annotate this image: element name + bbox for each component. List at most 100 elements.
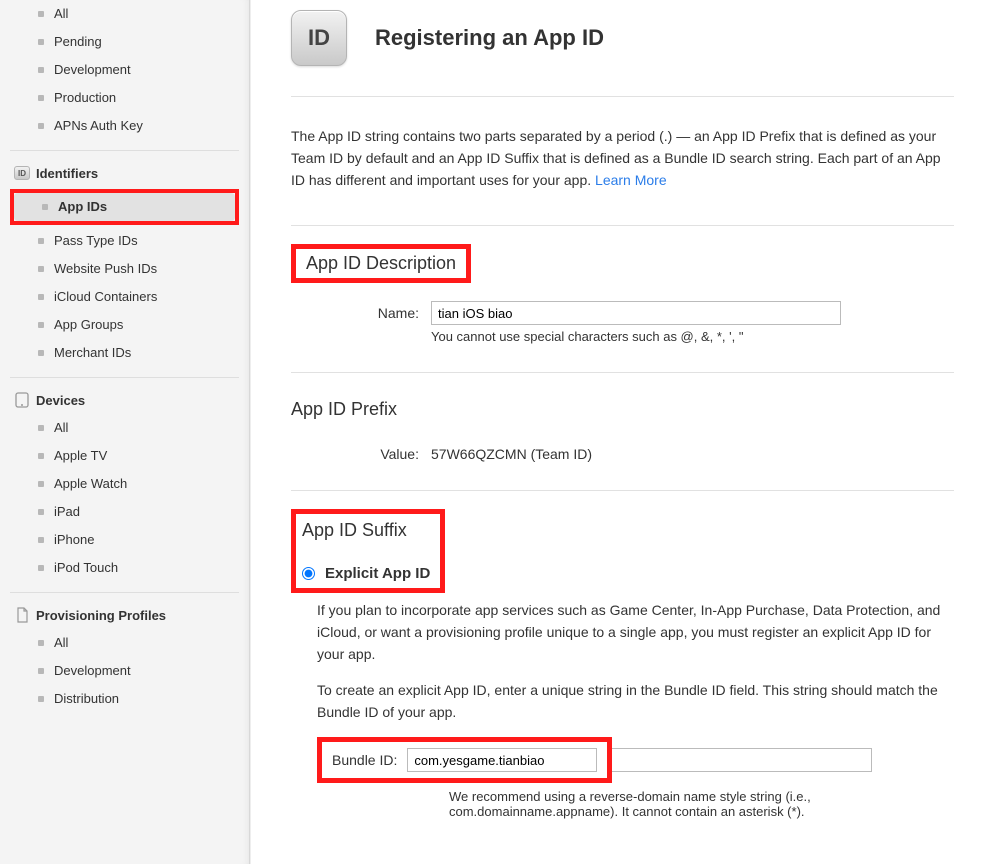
prefix-value-text: 57W66QZCMN (Team ID)	[431, 442, 954, 462]
bullet-icon	[38, 322, 44, 328]
bullet-icon	[38, 95, 44, 101]
sidebar-item-cert-production[interactable]: Production	[10, 84, 239, 112]
bullet-icon	[38, 696, 44, 702]
sidebar: All Pending Development Production APNs …	[0, 0, 250, 864]
bullet-icon	[38, 425, 44, 431]
main-content: ID Registering an App ID The App ID stri…	[250, 0, 994, 864]
sidebar-item-devices-ipad[interactable]: iPad	[10, 498, 239, 526]
sidebar-item-prov-distribution[interactable]: Distribution	[10, 685, 239, 713]
name-input[interactable]	[431, 301, 841, 325]
nav-group-provisioning: Provisioning Profiles All Development Di…	[10, 597, 239, 723]
bullet-icon	[38, 294, 44, 300]
document-icon	[14, 607, 30, 623]
nav-heading-devices[interactable]: Devices	[10, 382, 239, 414]
sidebar-item-label: APNs Auth Key	[54, 118, 143, 134]
bullet-icon	[38, 123, 44, 129]
sidebar-item-devices-ipod[interactable]: iPod Touch	[10, 554, 239, 582]
divider	[291, 225, 954, 226]
sidebar-item-label: Production	[54, 90, 116, 106]
divider	[291, 490, 954, 491]
intro-text: The App ID string contains two parts sep…	[291, 125, 954, 191]
bullet-icon	[38, 537, 44, 543]
bullet-icon	[42, 204, 48, 210]
section-app-id-prefix: App ID Prefix Value: 57W66QZCMN (Team ID…	[291, 372, 954, 462]
nav-group-certificates: All Pending Development Production APNs …	[10, 0, 239, 151]
field-name: Name: You cannot use special characters …	[291, 301, 954, 344]
app-id-badge-icon: ID	[291, 10, 347, 66]
explicit-app-id-option[interactable]: Explicit App ID	[302, 565, 430, 582]
sidebar-item-app-ids[interactable]: App IDs	[14, 193, 235, 221]
bullet-icon	[38, 509, 44, 515]
sidebar-item-label: iPad	[54, 504, 80, 520]
sidebar-item-pass-type-ids[interactable]: Pass Type IDs	[10, 227, 239, 255]
sidebar-item-label: Pending	[54, 34, 102, 50]
sidebar-item-cert-development[interactable]: Development	[10, 56, 239, 84]
sidebar-item-label: Distribution	[54, 691, 119, 707]
sidebar-item-merchant-ids[interactable]: Merchant IDs	[10, 339, 239, 367]
sidebar-item-label: Apple TV	[54, 448, 107, 464]
name-hint: You cannot use special characters such a…	[431, 329, 954, 344]
sidebar-item-prov-development[interactable]: Development	[10, 657, 239, 685]
page-header: ID Registering an App ID	[291, 10, 954, 66]
bundle-id-input[interactable]	[407, 748, 597, 772]
section-title-description: App ID Description	[306, 253, 456, 274]
bullet-icon	[38, 11, 44, 17]
sidebar-item-label: iPhone	[54, 532, 94, 548]
explicit-description: If you plan to incorporate app services …	[317, 599, 954, 723]
bundle-id-label: Bundle ID:	[332, 752, 397, 768]
sidebar-item-prov-all[interactable]: All	[10, 629, 239, 657]
highlight-description-title: App ID Description	[291, 244, 471, 283]
highlight-bundle-id: Bundle ID:	[317, 737, 612, 783]
sidebar-item-cert-pending[interactable]: Pending	[10, 28, 239, 56]
bullet-icon	[38, 453, 44, 459]
bullet-icon	[38, 67, 44, 73]
bullet-icon	[38, 481, 44, 487]
sidebar-item-label: Pass Type IDs	[54, 233, 138, 249]
sidebar-item-icloud-containers[interactable]: iCloud Containers	[10, 283, 239, 311]
section-title-suffix: App ID Suffix	[302, 520, 430, 555]
nav-group-identifiers: ID Identifiers App IDs Pass Type IDs Web…	[10, 155, 239, 378]
section-app-id-suffix: App ID Suffix Explicit App ID If you pla…	[291, 490, 954, 819]
section-app-id-description: App ID Description Name: You cannot use …	[291, 225, 954, 344]
bullet-icon	[38, 668, 44, 674]
bullet-icon	[38, 640, 44, 646]
section-title-prefix: App ID Prefix	[291, 391, 954, 428]
nav-group-devices: Devices All Apple TV Apple Watch iPad iP…	[10, 382, 239, 593]
sidebar-item-devices-appletv[interactable]: Apple TV	[10, 442, 239, 470]
sidebar-item-cert-all[interactable]: All	[10, 0, 239, 28]
id-badge-icon: ID	[14, 165, 30, 181]
highlight-app-ids: App IDs	[10, 189, 239, 225]
sidebar-item-devices-all[interactable]: All	[10, 414, 239, 442]
learn-more-link[interactable]: Learn More	[595, 172, 667, 188]
sidebar-item-label: All	[54, 6, 68, 22]
nav-heading-label: Devices	[36, 393, 85, 408]
sidebar-item-label: Website Push IDs	[54, 261, 157, 277]
divider	[291, 372, 954, 373]
sidebar-item-label: App IDs	[58, 199, 107, 215]
sidebar-item-label: Apple Watch	[54, 476, 127, 492]
bundle-id-hint: We recommend using a reverse-domain name…	[449, 789, 949, 819]
page-title: Registering an App ID	[375, 25, 604, 51]
sidebar-item-website-push-ids[interactable]: Website Push IDs	[10, 255, 239, 283]
nav-heading-label: Provisioning Profiles	[36, 608, 166, 623]
sidebar-item-app-groups[interactable]: App Groups	[10, 311, 239, 339]
bullet-icon	[38, 266, 44, 272]
field-bundle-id: Bundle ID:	[317, 737, 954, 783]
nav-heading-identifiers[interactable]: ID Identifiers	[10, 155, 239, 187]
field-prefix-value: Value: 57W66QZCMN (Team ID)	[291, 442, 954, 462]
sidebar-item-label: Development	[54, 62, 131, 78]
nav-heading-provisioning[interactable]: Provisioning Profiles	[10, 597, 239, 629]
explicit-desc-p1: If you plan to incorporate app services …	[317, 599, 954, 665]
bundle-id-input-extension[interactable]	[612, 748, 872, 772]
divider	[291, 96, 954, 97]
name-label: Name:	[291, 301, 431, 321]
sidebar-item-cert-apns[interactable]: APNs Auth Key	[10, 112, 239, 140]
nav-heading-label: Identifiers	[36, 166, 98, 181]
sidebar-item-devices-iphone[interactable]: iPhone	[10, 526, 239, 554]
explicit-app-id-radio[interactable]	[302, 567, 315, 580]
sidebar-item-label: iPod Touch	[54, 560, 118, 576]
explicit-desc-p2: To create an explicit App ID, enter a un…	[317, 679, 954, 723]
explicit-app-id-label: Explicit App ID	[325, 565, 430, 582]
sidebar-item-devices-applewatch[interactable]: Apple Watch	[10, 470, 239, 498]
device-icon	[14, 392, 30, 408]
